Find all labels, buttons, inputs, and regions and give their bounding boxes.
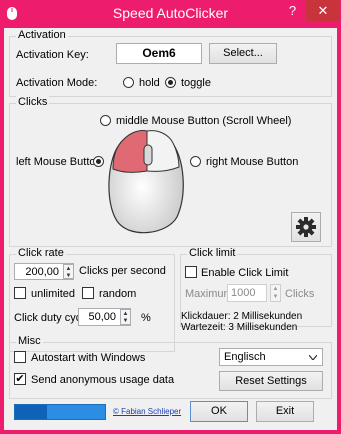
help-button[interactable]: ? [279, 0, 306, 21]
gear-icon [296, 217, 316, 237]
enable-limit-label[interactable]: Enable Click Limit [201, 267, 288, 279]
close-button[interactable]: ✕ [306, 0, 340, 21]
duty-cycle-unit: % [141, 312, 151, 324]
mouse-illustration [108, 130, 184, 234]
progress-fill [15, 405, 47, 419]
reset-settings-button[interactable]: Reset Settings [219, 371, 323, 391]
activation-key-field[interactable]: Oem6 [116, 43, 202, 64]
progress-bar [14, 404, 106, 420]
anonymous-data-checkbox[interactable]: ✔ [14, 373, 26, 385]
settings-button[interactable] [291, 212, 321, 242]
unlimited-label[interactable]: unlimited [31, 288, 75, 300]
client-area: Activation Activation Key: Oem6 Select..… [4, 28, 337, 430]
click-rate-unit: Clicks per second [79, 265, 166, 277]
exit-button[interactable]: Exit [256, 401, 314, 422]
mode-hold-radio[interactable] [123, 77, 134, 88]
activation-key-label: Activation Key: [16, 49, 89, 61]
maximum-field[interactable]: 1000 [227, 284, 267, 302]
mode-toggle-label[interactable]: toggle [181, 77, 211, 89]
maximum-label: Maximum [185, 288, 233, 300]
duty-cycle-spinner[interactable]: ▲ ▼ [120, 309, 131, 325]
middle-button-label[interactable]: middle Mouse Button (Scroll Wheel) [116, 115, 291, 127]
checkmark-icon: ✔ [15, 373, 25, 385]
ok-button[interactable]: OK [190, 401, 248, 422]
random-checkbox[interactable] [82, 287, 94, 299]
left-button-radio[interactable] [93, 156, 104, 167]
anonymous-data-label[interactable]: Send anonymous usage data [31, 374, 174, 386]
random-label[interactable]: random [99, 288, 136, 300]
mode-hold-label[interactable]: hold [139, 77, 160, 89]
language-value: Englisch [224, 351, 266, 363]
language-select[interactable]: Englisch [219, 348, 323, 366]
left-button-label[interactable]: left Mouse Button [16, 156, 102, 168]
author-link[interactable]: © Fabian Schlieper [113, 407, 181, 416]
clicks-group: Clicks middle Mouse Button (Scroll Wheel… [9, 96, 332, 247]
title-bar[interactable]: Speed AutoClicker ? ✕ [0, 0, 341, 29]
maximum-unit: Clicks [285, 288, 315, 300]
misc-group: Misc Autostart with Windows ✔ Send anony… [9, 335, 332, 399]
right-button-label[interactable]: right Mouse Button [206, 156, 298, 168]
enable-limit-checkbox[interactable] [185, 266, 197, 278]
maximum-spinner[interactable]: ▲ ▼ [270, 284, 281, 302]
select-key-button[interactable]: Select... [209, 43, 277, 64]
autostart-checkbox[interactable] [14, 351, 26, 363]
app-window: Speed AutoClicker ? ✕ Activation Activat… [0, 0, 341, 434]
duty-cycle-value: 50,00 [88, 311, 116, 323]
activation-legend: Activation [16, 29, 68, 41]
chevron-down-icon [309, 355, 317, 360]
misc-legend: Misc [16, 335, 43, 347]
unlimited-checkbox[interactable] [14, 287, 26, 299]
maximum-value: 1000 [231, 287, 256, 299]
autostart-label[interactable]: Autostart with Windows [31, 352, 145, 364]
click-limit-legend: Click limit [187, 247, 238, 259]
click-rate-spinner[interactable]: ▲ ▼ [63, 264, 74, 279]
middle-button-radio[interactable] [100, 115, 111, 126]
activation-group: Activation Activation Key: Oem6 Select..… [9, 29, 332, 97]
right-button-radio[interactable] [190, 156, 201, 167]
mode-toggle-radio[interactable] [165, 77, 176, 88]
activation-mode-label: Activation Mode: [16, 77, 98, 89]
wait-time-info: Wartezeit: 3 Millisekunden [181, 322, 298, 333]
click-rate-value: 200,00 [25, 266, 59, 278]
click-duration-info: Klickdauer: 2 Millisekunden [181, 311, 303, 322]
activation-key-value: Oem6 [142, 46, 176, 60]
click-rate-legend: Click rate [16, 247, 66, 259]
clicks-legend: Clicks [16, 96, 50, 108]
